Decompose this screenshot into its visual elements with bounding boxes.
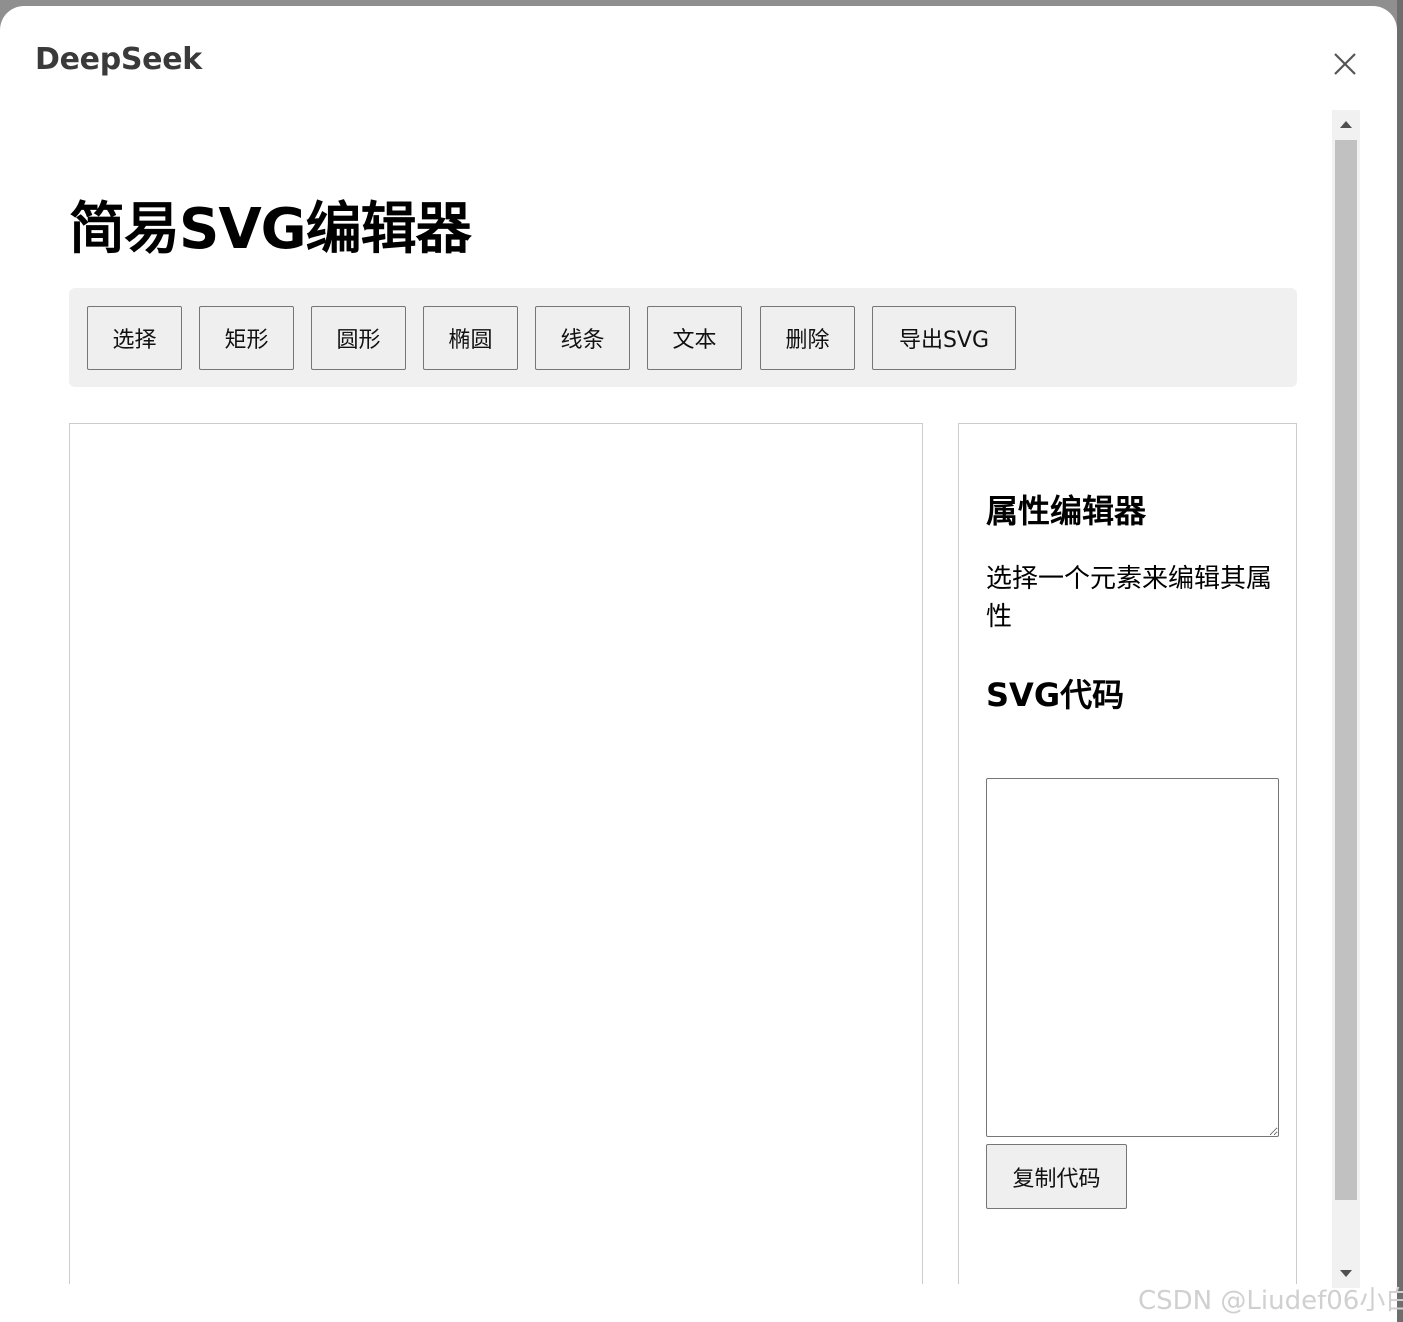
export-svg-button[interactable]: 导出SVG [872, 306, 1016, 370]
page-title: 简易SVG编辑器 [69, 197, 472, 262]
scroll-up-button[interactable] [1332, 110, 1360, 138]
properties-title: 属性编辑器 [986, 492, 1147, 530]
modal-window: DeepSeek 简易SVG编辑器 选择 矩形 圆形 椭圆 线条 文本 删除 导… [0, 6, 1397, 1322]
background-edge [1397, 0, 1403, 1322]
brand-logo-text: DeepSeek [35, 42, 202, 77]
line-tool-button[interactable]: 线条 [535, 306, 630, 370]
ellipse-tool-button[interactable]: 椭圆 [423, 306, 518, 370]
circle-tool-button[interactable]: 圆形 [311, 306, 406, 370]
svg-code-title: SVG代码 [986, 676, 1125, 714]
text-tool-button[interactable]: 文本 [647, 306, 742, 370]
toolbar: 选择 矩形 圆形 椭圆 线条 文本 删除 导出SVG [69, 288, 1297, 387]
properties-hint: 选择一个元素来编辑其属性 [986, 564, 1273, 632]
scroll-thumb[interactable] [1335, 140, 1357, 1200]
rectangle-tool-button[interactable]: 矩形 [199, 306, 294, 370]
vertical-scrollbar[interactable] [1332, 110, 1360, 1288]
triangle-up-icon [1340, 121, 1352, 128]
svg-code-textarea[interactable] [986, 778, 1279, 1137]
close-button[interactable] [1326, 48, 1364, 86]
delete-button[interactable]: 删除 [760, 306, 855, 370]
close-icon [1334, 53, 1356, 75]
select-tool-button[interactable]: 选择 [87, 306, 182, 370]
watermark-text: CSDN @Liudef06小白 [1138, 1286, 1403, 1316]
properties-panel: 属性编辑器 选择一个元素来编辑其属性 SVG代码 复制代码 [958, 423, 1297, 1284]
copy-code-button[interactable]: 复制代码 [986, 1144, 1127, 1209]
svg-canvas[interactable] [69, 423, 923, 1284]
editor-content: 简易SVG编辑器 选择 矩形 圆形 椭圆 线条 文本 删除 导出SVG 属性编辑… [0, 104, 1330, 1284]
